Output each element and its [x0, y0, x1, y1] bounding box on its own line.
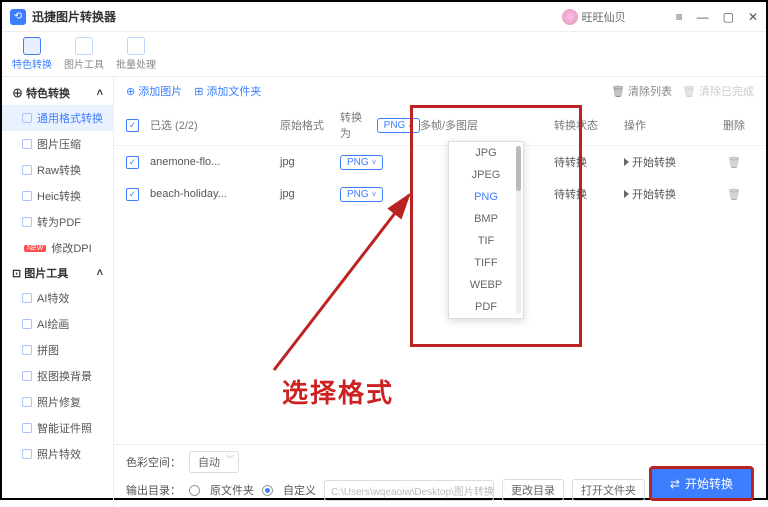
- row-status: 待转换: [554, 186, 624, 202]
- header-multi: 多帧/多图层: [420, 117, 490, 133]
- format-option-jpeg[interactable]: JPEG: [449, 164, 523, 186]
- row-name: beach-holiday...: [150, 188, 280, 200]
- table-row: ✓ beach-holiday... jpg PNG˅ 待转换 开始转换 🗑: [114, 178, 766, 210]
- trash-icon: 🗑: [682, 85, 696, 98]
- row-start-button[interactable]: 开始转换: [624, 186, 714, 202]
- minimize-icon[interactable]: —: [697, 10, 709, 24]
- sidebar-item-heic[interactable]: Heic转换: [2, 183, 113, 209]
- sidebar-item-ai-effect[interactable]: AI特效: [2, 285, 113, 311]
- row-status: 待转换: [554, 154, 624, 170]
- chevron-up-icon: ˄: [97, 267, 103, 279]
- sidebar-item-collage[interactable]: 拼图: [2, 337, 113, 363]
- chevron-down-icon: ˅: [372, 158, 377, 167]
- format-option-tif[interactable]: TIF: [449, 230, 523, 252]
- folder-plus-icon: ⊞: [194, 85, 203, 98]
- target-format-select[interactable]: PNG˄: [377, 118, 420, 133]
- row-orig: jpg: [280, 188, 340, 200]
- header-selected: 已选 (2/2): [150, 117, 280, 133]
- format-option-pdf[interactable]: PDF: [449, 296, 523, 318]
- app-title: 迅捷图片转换器: [32, 8, 116, 25]
- color-space-label: 色彩空间：: [126, 454, 181, 470]
- format-option-webp[interactable]: WEBP: [449, 274, 523, 296]
- chevron-up-icon: ˄: [97, 87, 103, 99]
- sidebar-item-dpi[interactable]: NEW修改DPI: [2, 235, 113, 261]
- row-orig: jpg: [280, 156, 340, 168]
- format-option-jpg[interactable]: JPG: [449, 142, 523, 164]
- sidebar-item-repair[interactable]: 照片修复: [2, 389, 113, 415]
- row-delete-button[interactable]: 🗑: [714, 156, 754, 169]
- add-image-button[interactable]: ⊕添加图片: [126, 83, 182, 99]
- row-name: anemone-flo...: [150, 156, 280, 168]
- change-dir-button[interactable]: 更改目录: [502, 479, 564, 501]
- clear-done-button[interactable]: 🗑清除已完成: [682, 83, 754, 99]
- clear-list-button[interactable]: 🗑清除列表: [611, 83, 672, 99]
- chevron-down-icon: ˅: [372, 190, 377, 199]
- dropdown-scrollbar[interactable]: [516, 146, 521, 314]
- select-all-checkbox[interactable]: ✓: [126, 119, 139, 132]
- format-option-tiff[interactable]: TIFF: [449, 252, 523, 274]
- sidebar: ⊕ 特色转换˄ 通用格式转换 图片压缩 Raw转换 Heic转换 转为PDF N…: [2, 77, 114, 507]
- sidebar-item-ai-draw[interactable]: AI绘画: [2, 311, 113, 337]
- header-del: 删除: [714, 117, 754, 133]
- annotation-text: 选择格式: [282, 373, 394, 410]
- trash-icon: 🗑: [611, 85, 625, 98]
- sidebar-item-photofx[interactable]: 照片特效: [2, 441, 113, 467]
- radio-source-folder[interactable]: [189, 485, 200, 496]
- header-conv: 转换为: [340, 109, 373, 141]
- topnav-feature[interactable]: 特色转换: [8, 35, 56, 73]
- format-dropdown[interactable]: JPG JPEG PNG BMP TIF TIFF WEBP PDF: [448, 141, 524, 319]
- play-icon: [624, 158, 629, 166]
- app-logo-icon: ⟲: [10, 9, 26, 25]
- header-op: 操作: [624, 117, 714, 133]
- table-row: ✓ anemone-flo... jpg PNG˅ 待转换 开始转换 🗑: [114, 146, 766, 178]
- user-info[interactable]: 旺旺仙贝: [562, 9, 626, 25]
- sidebar-item-pdf[interactable]: 转为PDF: [2, 209, 113, 235]
- row-start-button[interactable]: 开始转换: [624, 154, 714, 170]
- sidebar-item-compress[interactable]: 图片压缩: [2, 131, 113, 157]
- output-dir-label: 输出目录：: [126, 482, 181, 498]
- start-convert-button[interactable]: ⇄ 开始转换: [649, 466, 754, 501]
- titlebar: ⟲ 迅捷图片转换器 旺旺仙贝 ≡ — ▢ ✕: [2, 2, 766, 32]
- content-area: ⊕添加图片 ⊞添加文件夹 🗑清除列表 🗑清除已完成 ✓ 已选 (2/2) 原始格…: [114, 77, 766, 507]
- sidebar-item-cutout[interactable]: 抠图换背景: [2, 363, 113, 389]
- output-path-field[interactable]: C:\Users\wqeaoiw\Desktop\图片转换: [324, 480, 494, 501]
- chevron-up-icon: ˄: [408, 121, 413, 130]
- topnav-batch[interactable]: 批量处理: [112, 35, 160, 73]
- row-delete-button[interactable]: 🗑: [714, 188, 754, 201]
- row-format-select[interactable]: PNG˅: [340, 187, 383, 202]
- open-dir-button[interactable]: 打开文件夹: [572, 479, 645, 501]
- header-status: 转换状态: [554, 117, 624, 133]
- topnav-tools[interactable]: 图片工具: [60, 35, 108, 73]
- row-checkbox[interactable]: ✓: [126, 188, 139, 201]
- menu-icon[interactable]: ≡: [676, 10, 683, 24]
- user-name: 旺旺仙贝: [582, 9, 626, 25]
- color-space-select[interactable]: 自动: [189, 451, 239, 473]
- avatar-icon: [562, 9, 578, 25]
- sidebar-group-tools[interactable]: ⊡ 图片工具˄: [2, 261, 113, 285]
- format-option-png[interactable]: PNG: [449, 186, 523, 208]
- close-icon[interactable]: ✕: [748, 10, 758, 24]
- sidebar-item-general[interactable]: 通用格式转换: [2, 105, 113, 131]
- add-folder-button[interactable]: ⊞添加文件夹: [194, 83, 261, 99]
- table-header: ✓ 已选 (2/2) 原始格式 转换为 PNG˄ 多帧/多图层 转换状态 操作 …: [114, 105, 766, 146]
- toolbar: ⊕添加图片 ⊞添加文件夹 🗑清除列表 🗑清除已完成: [114, 77, 766, 105]
- convert-icon: ⇄: [670, 477, 680, 491]
- format-option-bmp[interactable]: BMP: [449, 208, 523, 230]
- radio-custom-folder[interactable]: [262, 485, 273, 496]
- sidebar-item-idphoto[interactable]: 智能证件照: [2, 415, 113, 441]
- row-checkbox[interactable]: ✓: [126, 156, 139, 169]
- play-icon: [624, 190, 629, 198]
- row-format-select[interactable]: PNG˅: [340, 155, 383, 170]
- sidebar-item-raw[interactable]: Raw转换: [2, 157, 113, 183]
- maximize-icon[interactable]: ▢: [723, 10, 734, 24]
- top-nav: 特色转换 图片工具 批量处理: [2, 32, 766, 77]
- plus-icon: ⊕: [126, 85, 135, 98]
- sidebar-group-feature[interactable]: ⊕ 特色转换˄: [2, 81, 113, 105]
- header-orig: 原始格式: [280, 117, 340, 133]
